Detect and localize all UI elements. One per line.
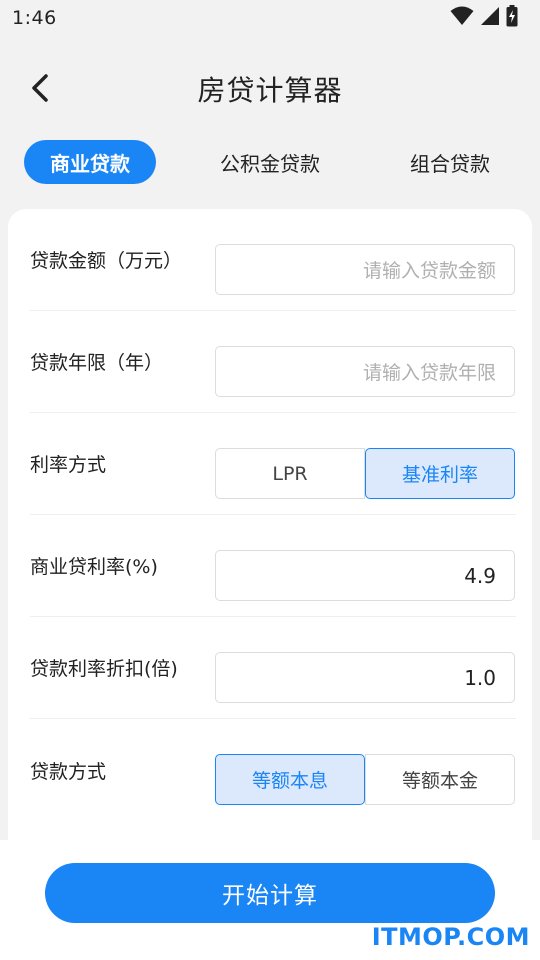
tab-commercial-loan[interactable]: 商业贷款 [24, 140, 156, 184]
rate-mode-lpr-option[interactable]: LPR [215, 448, 365, 499]
signal-icon [480, 6, 500, 30]
years-label: 贷款年限（年） [30, 352, 164, 374]
back-button[interactable] [22, 72, 58, 108]
page-title: 房贷计算器 [197, 74, 343, 107]
form-row-commercial-rate: 商业贷利率(%) 4.9 [30, 515, 516, 617]
years-input[interactable]: 请输入贷款年限 [215, 346, 515, 397]
discount-label: 贷款利率折扣(倍) [30, 658, 178, 680]
bottom-action-bar: 开始计算 ITMOP.COM [0, 840, 540, 960]
repay-method-label: 贷款方式 [30, 760, 107, 783]
app-header: 房贷计算器 [0, 60, 540, 118]
status-icons [450, 5, 518, 31]
commercial-rate-input[interactable]: 4.9 [215, 550, 515, 601]
repay-equal-installment-option[interactable]: 等额本息 [215, 754, 365, 805]
form-row-repay-method: 贷款方式 等额本息 等额本金 [30, 719, 516, 821]
chevron-left-icon [29, 73, 51, 107]
form-row-rate-mode: 利率方式 LPR 基准利率 [30, 413, 516, 515]
repay-equal-principal-option[interactable]: 等额本金 [365, 754, 515, 805]
battery-charging-icon [506, 5, 518, 31]
amount-label: 贷款金额（万元） [30, 250, 183, 272]
tab-provident-fund-loan[interactable]: 公积金贷款 [200, 140, 340, 184]
loan-form-card: 贷款金额（万元） 请输入贷款金额 贷款年限（年） 请输入贷款年限 利率方式 LP… [8, 209, 532, 869]
form-row-discount: 贷款利率折扣(倍) 1.0 [30, 617, 516, 719]
status-time: 1:46 [12, 7, 57, 29]
tab-combined-loan[interactable]: 组合贷款 [390, 140, 510, 184]
commercial-rate-label: 商业贷利率(%) [30, 556, 158, 578]
loan-type-tabs: 商业贷款 公积金贷款 组合贷款 [0, 140, 540, 184]
status-bar: 1:46 [0, 0, 540, 36]
watermark: ITMOP.COM [371, 923, 530, 951]
rate-mode-benchmark-option[interactable]: 基准利率 [365, 448, 515, 499]
amount-input[interactable]: 请输入贷款金额 [215, 244, 515, 295]
form-row-amount: 贷款金额（万元） 请输入贷款金额 [30, 209, 516, 311]
start-calculation-button[interactable]: 开始计算 [45, 863, 495, 923]
rate-mode-label: 利率方式 [30, 454, 107, 476]
wifi-icon [450, 6, 474, 30]
form-row-years: 贷款年限（年） 请输入贷款年限 [30, 311, 516, 413]
discount-input[interactable]: 1.0 [215, 652, 515, 703]
